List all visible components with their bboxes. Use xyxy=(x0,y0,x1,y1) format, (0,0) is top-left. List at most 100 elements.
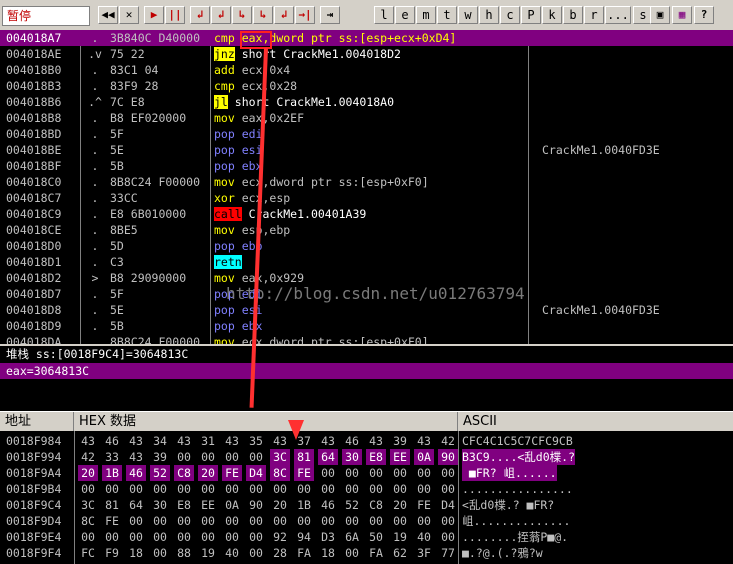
col-header-address[interactable]: 地址 xyxy=(0,412,74,432)
dump-address: 0018F9E4 xyxy=(6,530,62,544)
disasm-row[interactable]: 004018AE .v 75 22 jnz short CrackMe1.004018… xyxy=(0,46,733,62)
disasm-row[interactable]: 004018D1. C3 retn xyxy=(0,254,733,270)
disasm-row[interactable]: 004018BD. 5F pop edi xyxy=(0,126,733,142)
address: 004018D8 xyxy=(6,303,62,317)
jump-marker: . xyxy=(91,255,99,269)
jump-marker: . xyxy=(91,287,99,301)
hex-byte: 00 xyxy=(153,482,167,496)
jump-marker: .v xyxy=(88,47,102,61)
disasm-row[interactable]: 004018BE. 5E pop esi CrackMe1.0040FD3E xyxy=(0,142,733,158)
instruction: cmp ecx,0x28 xyxy=(214,79,298,93)
toolbar-button[interactable]: ↳ xyxy=(232,6,252,24)
hex-byte: 00 xyxy=(201,530,215,544)
debugger-state: 暂停 xyxy=(2,6,90,26)
dump-row[interactable]: 0018F9E4 00 00 00 00 00 00 00 00 92 94 D3 6A 50 19 40 00… xyxy=(0,529,733,545)
ascii-text: ........挃蓊P■@. xyxy=(462,530,569,544)
toolbar-button[interactable]: →| xyxy=(295,6,315,24)
toolbar-button[interactable]: ◀◀ xyxy=(98,6,118,24)
comment: CrackMe1.0040FD3E xyxy=(542,143,660,157)
hex-byte: 43 xyxy=(417,434,431,448)
toolbar-letter-button[interactable]: w xyxy=(458,6,478,24)
window-icon[interactable]: ▣ xyxy=(650,6,670,24)
disasm-row[interactable]: 004018D0. 5D pop ebp xyxy=(0,238,733,254)
layout-icon[interactable]: ▦ xyxy=(672,6,692,24)
hex-bytes: 8B8C24 F00000 xyxy=(110,335,201,344)
disasm-row[interactable]: 004018B3. 83F9 28 cmp ecx,0x28 xyxy=(0,78,733,94)
toolbar-letter-button[interactable]: t xyxy=(437,6,457,24)
toolbar-button[interactable]: ⇥ xyxy=(320,6,340,24)
hex-byte: 40 xyxy=(225,546,239,560)
toolbar-letter-button[interactable]: m xyxy=(416,6,436,24)
jump-marker: . xyxy=(91,159,99,173)
toolbar-letter-button[interactable]: b xyxy=(563,6,583,24)
toolbar-letter-button[interactable]: ... xyxy=(605,6,631,24)
hex-byte: 00 xyxy=(417,466,431,480)
hex-byte: 52 xyxy=(345,498,359,512)
dump-row[interactable]: 0018F9D4 8C FE 00 00 00 00 00 00 00 00 00 00 00 00 00 00… xyxy=(0,513,733,529)
hex-byte: 00 xyxy=(129,482,143,496)
hex-byte: 46 xyxy=(345,434,359,448)
dump-row[interactable]: 0018F994 42 33 43 39 00 00 00 00 3C 81 64 30 E8 EE 0A 90… xyxy=(0,449,733,465)
toolbar-button[interactable]: ↳ xyxy=(253,6,273,24)
disasm-row[interactable]: 004018D9. 5B pop ebx xyxy=(0,318,733,334)
ascii-text: <乱d0楪.? ■FR? xyxy=(462,498,555,512)
jump-marker: . xyxy=(91,127,99,141)
jump-marker: .^ xyxy=(88,95,102,109)
col-header-ascii[interactable]: ASCII xyxy=(458,412,733,432)
disasm-row[interactable]: 004018DA. 8B8C24 F00000 mov ecx,dword ptr … xyxy=(0,334,733,344)
hex-byte: 00 xyxy=(105,482,119,496)
toolbar-letter-button[interactable]: h xyxy=(479,6,499,24)
toolbar-letter-button[interactable]: c xyxy=(500,6,520,24)
hex-byte: 62 xyxy=(393,546,407,560)
hex-dump-pane[interactable]: 0018F984 43 46 43 34 43 31 43 35 43 37 43 46 43 39 43 42… xyxy=(0,431,733,564)
disasm-row[interactable]: 004018CE. 8BE5 mov esp,ebp xyxy=(0,222,733,238)
toolbar-button[interactable]: ✕ xyxy=(119,6,139,24)
address: 004018D1 xyxy=(6,255,62,269)
hex-byte: 90 xyxy=(438,449,458,465)
hex-bytes: 5B xyxy=(110,319,124,333)
toolbar-button[interactable]: ↲ xyxy=(274,6,294,24)
hex-byte: EE xyxy=(390,449,410,465)
dump-row[interactable]: 0018F9C4 3C 81 64 30 E8 EE 0A 90 20 1B 46 52 C8 20 FE D4… xyxy=(0,497,733,513)
hex-byte: 00 xyxy=(393,482,407,496)
dump-row[interactable]: 0018F9F4 FC F9 18 00 88 19 40 00 28 FA 18 00 FA 62 3F 77… xyxy=(0,545,733,561)
hex-byte: 00 xyxy=(441,466,455,480)
ascii-text: CFC4C1C5C7CFC9CB xyxy=(462,434,573,448)
hex-bytes: 8B8C24 F00000 xyxy=(110,175,201,189)
disasm-row[interactable]: 004018B8. B8 EF020000 mov eax,0x2EF xyxy=(0,110,733,126)
instruction: add ecx,0x4 xyxy=(214,63,290,77)
disasm-row[interactable]: 004018D8. 5E pop esi CrackMe1.0040FD3E xyxy=(0,302,733,318)
hex-byte: D4 xyxy=(441,498,455,512)
dump-row[interactable]: 0018F984 43 46 43 34 43 31 43 35 43 37 43 46 43 39 43 42… xyxy=(0,433,733,449)
help-icon[interactable]: ? xyxy=(694,6,714,24)
toolbar-letter-button[interactable]: P xyxy=(521,6,541,24)
toolbar-letter-button[interactable]: r xyxy=(584,6,604,24)
toolbar-button[interactable]: || xyxy=(165,6,185,24)
toolbar-letter-button[interactable]: e xyxy=(395,6,415,24)
dump-row[interactable]: 0018F9B4 00 00 00 00 00 00 00 00 00 00 00 00 00 00 00 00… xyxy=(0,481,733,497)
disasm-row[interactable]: 004018BF. 5B pop ebx xyxy=(0,158,733,174)
disasm-row[interactable]: 004018C7. 33CC xor ecx,esp xyxy=(0,190,733,206)
hex-byte: FA xyxy=(369,546,383,560)
hex-bytes: 5E xyxy=(110,143,124,157)
dump-row[interactable]: 0018F9A4 20 1B 46 52 C8 20 FE D4 8C FE 00 00 00 00 00 00… xyxy=(0,465,733,481)
toolbar-button[interactable]: ↲ xyxy=(190,6,210,24)
hex-byte: 50 xyxy=(369,530,383,544)
disasm-row[interactable]: 004018B6 .^ 7C E8 jl short CrackMe1.004018A… xyxy=(0,94,733,110)
instruction: pop esi xyxy=(214,143,263,157)
toolbar-button[interactable]: ↲ xyxy=(211,6,231,24)
col-header-hex[interactable]: HEX 数据 xyxy=(74,412,458,432)
disasm-row[interactable]: 004018A7. 3B840C D40000 cmp eax,dword ptr … xyxy=(0,30,733,46)
toolbar-letter-button[interactable]: k xyxy=(542,6,562,24)
hex-byte: 00 xyxy=(273,514,287,528)
hex-byte: 46 xyxy=(126,465,146,481)
disasm-row[interactable]: 004018C9. E8 6B010000 call CrackMe1.00401A… xyxy=(0,206,733,222)
disasm-row[interactable]: 004018C0. 8B8C24 F00000 mov ecx,dword ptr … xyxy=(0,174,733,190)
hex-byte: 00 xyxy=(369,514,383,528)
hex-byte: 43 xyxy=(81,434,95,448)
toolbar-button[interactable]: ▶ xyxy=(144,6,164,24)
disasm-row[interactable]: 004018B0. 83C1 04 add ecx,0x4 xyxy=(0,62,733,78)
hex-byte: 40 xyxy=(417,530,431,544)
toolbar-letter-button[interactable]: l xyxy=(374,6,394,24)
dump-address: 0018F9D4 xyxy=(6,514,62,528)
